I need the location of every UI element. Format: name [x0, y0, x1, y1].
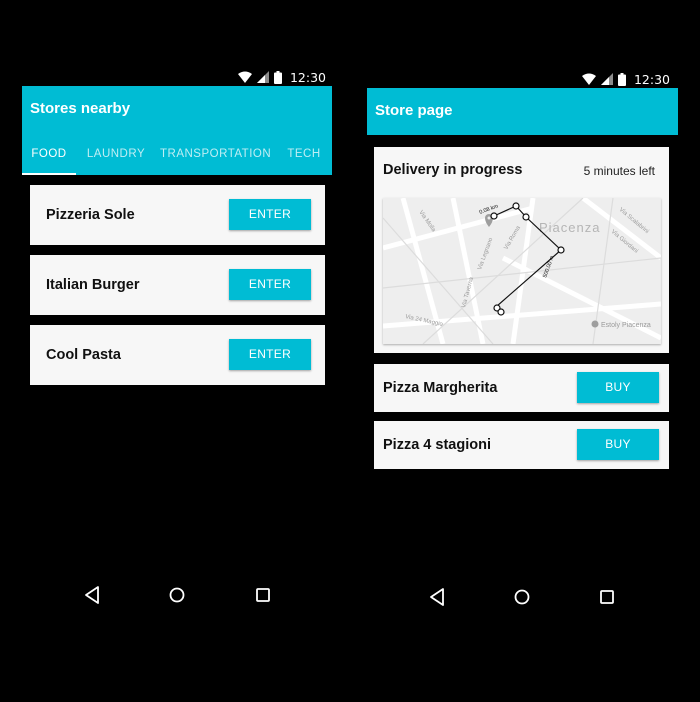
navigation-bar — [367, 587, 678, 609]
back-icon[interactable] — [84, 585, 100, 605]
map-graphic: Piacenza Via Molla Via Taverna Via Legna… — [383, 198, 661, 344]
back-icon[interactable] — [429, 587, 445, 607]
store-name: Italian Burger — [46, 277, 140, 293]
recents-icon[interactable] — [255, 585, 271, 605]
delivery-map[interactable]: Piacenza Via Molla Via Taverna Via Legna… — [383, 198, 661, 344]
battery-icon — [617, 72, 626, 86]
buy-button[interactable]: BUY — [577, 429, 659, 460]
right-screen: 12:30 Store page Delivery in progress 5 … — [367, 0, 678, 702]
delivery-title: Delivery in progress — [383, 162, 523, 178]
left-screen: 12:30 Stores nearby FOOD LAUNDRY TRANSPO… — [22, 0, 332, 702]
signal-icon — [256, 71, 269, 83]
status-bar: 12:30 — [237, 68, 326, 86]
store-card[interactable]: Pizzeria Sole ENTER — [30, 185, 325, 245]
battery-icon — [273, 70, 282, 84]
tab-food[interactable]: FOOD — [22, 135, 76, 175]
tab-transportation[interactable]: TRANSPORTATION — [160, 135, 271, 175]
item-name: Pizza 4 stagioni — [383, 437, 491, 453]
menu-item-card: Pizza Margherita BUY — [374, 364, 669, 412]
wifi-icon — [237, 71, 252, 83]
recents-icon[interactable] — [599, 587, 615, 607]
home-icon[interactable] — [168, 585, 186, 605]
status-bar: 12:30 — [581, 70, 670, 88]
enter-button[interactable]: ENTER — [229, 339, 311, 370]
tab-tech[interactable]: TECH — [284, 135, 324, 175]
delivery-time-left: 5 minutes left — [583, 164, 655, 178]
home-icon[interactable] — [513, 587, 531, 607]
page-title: Stores nearby — [30, 100, 131, 117]
app-bar: Stores nearby FOOD LAUNDRY TRANSPORTATIO… — [22, 86, 332, 175]
store-card[interactable]: Cool Pasta ENTER — [30, 325, 325, 385]
delivery-card: Delivery in progress 5 minutes left Piac… — [374, 147, 669, 353]
menu-item-card: Pizza 4 stagioni BUY — [374, 421, 669, 469]
clock: 12:30 — [633, 71, 670, 87]
app-bar: Store page — [367, 88, 678, 135]
store-card[interactable]: Italian Burger ENTER — [30, 255, 325, 315]
enter-button[interactable]: ENTER — [229, 269, 311, 300]
item-name: Pizza Margherita — [383, 380, 498, 396]
clock: 12:30 — [289, 69, 326, 85]
tab-laundry[interactable]: LAUNDRY — [84, 135, 148, 175]
category-tabs: FOOD LAUNDRY TRANSPORTATION TECH — [22, 135, 332, 175]
buy-button[interactable]: BUY — [577, 372, 659, 403]
map-place-label: Estoly Piacenza — [601, 322, 651, 329]
map-city-label: Piacenza — [539, 220, 600, 235]
page-title: Store page — [375, 102, 453, 119]
navigation-bar — [22, 585, 332, 607]
wifi-icon — [581, 73, 596, 85]
enter-button[interactable]: ENTER — [229, 199, 311, 230]
signal-icon — [600, 73, 613, 85]
store-name: Pizzeria Sole — [46, 207, 135, 223]
store-name: Cool Pasta — [46, 347, 121, 363]
